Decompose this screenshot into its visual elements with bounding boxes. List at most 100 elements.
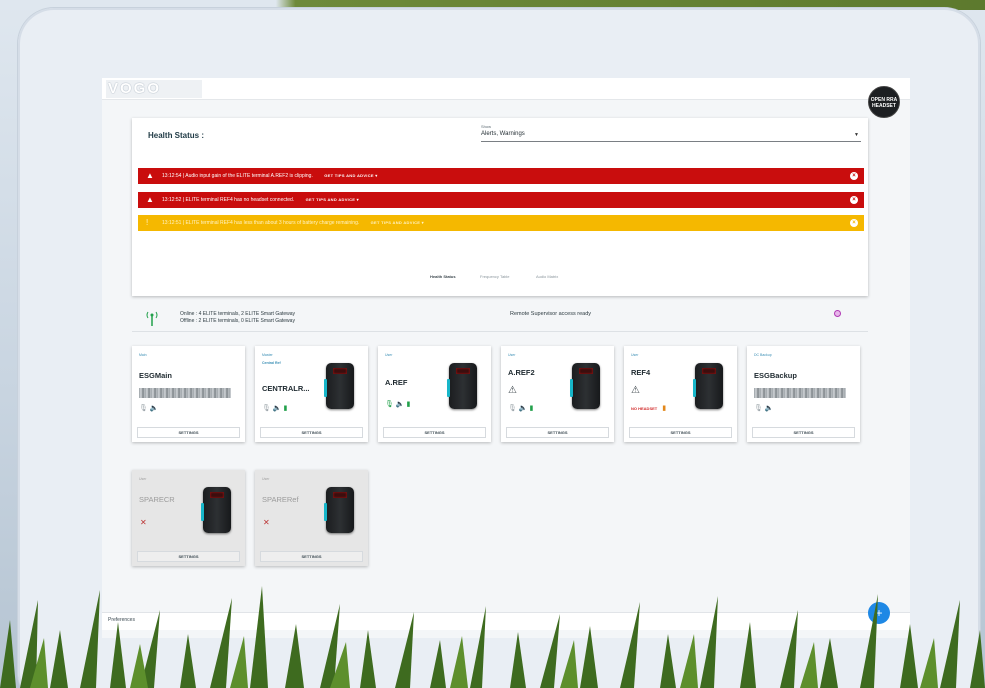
battery-icon: ▮ xyxy=(529,405,534,412)
device-status-icons: 🎙 🔈 ▮ xyxy=(508,404,533,412)
device-card-ref4[interactable]: User REF4 ⚠ NO HEADSET ▮ SETTINGS xyxy=(624,346,737,442)
settings-button[interactable]: SETTINGS xyxy=(383,427,486,438)
alert-text: 13:12:51 | ELITE terminal REF4 has less … xyxy=(162,220,360,226)
battery-icon: ▮ xyxy=(283,405,288,412)
device-card-spareref[interactable]: User SPARERef ✕ SETTINGS xyxy=(255,470,368,566)
antenna-icon xyxy=(146,310,158,326)
alert-row: ▲ 13:12:54 | Audio input gain of the ELI… xyxy=(138,168,864,184)
offline-count: Offline : 2 ELITE terminals, 0 ELITE Sma… xyxy=(180,318,295,324)
battery-icon: ▮ xyxy=(406,401,411,408)
alert-row: ! 13:12:51 | ELITE terminal REF4 has les… xyxy=(138,215,864,231)
warning-icon: ▲ xyxy=(146,171,154,180)
microphone-icon: 🎙 xyxy=(508,405,517,412)
device-name: SPARECR xyxy=(139,495,175,504)
settings-button[interactable]: SETTINGS xyxy=(137,427,240,438)
device-serial-redacted xyxy=(754,388,846,398)
get-tips-button[interactable]: GET TIPS AND ADVICE ▾ xyxy=(306,197,359,202)
microphone-icon: 🎙 xyxy=(262,405,271,412)
device-role: User xyxy=(508,353,516,357)
health-status-card: Health Status : Show Alerts, Warnings ▼ … xyxy=(132,118,868,296)
warning-icon: ▲ xyxy=(146,195,154,204)
info-icon: ! xyxy=(146,218,149,227)
close-icon[interactable]: × xyxy=(850,172,858,180)
device-card-centralref[interactable]: Master Central Ref CENTRALR... 🎙 🔈 ▮ SET… xyxy=(255,346,368,442)
show-filter-label: Show xyxy=(481,124,492,129)
device-card-aref[interactable]: User A.REF 🎙 🔈 ▮ SETTINGS xyxy=(378,346,491,442)
device-name: CENTRALR... xyxy=(262,384,310,393)
beltpack-image xyxy=(570,363,600,409)
warning-icon: ⚠ xyxy=(631,385,640,396)
device-role: User xyxy=(385,353,393,357)
beltpack-image xyxy=(324,487,354,533)
device-name: REF4 xyxy=(631,368,651,377)
device-role: User xyxy=(631,353,639,357)
speaker-icon: 🔈 xyxy=(518,405,528,412)
tab-health-status[interactable]: Health Status xyxy=(430,274,456,279)
microphone-icon: 🎙 xyxy=(139,405,148,412)
device-status-icons: NO HEADSET ▮ xyxy=(631,404,666,412)
settings-button[interactable]: SETTINGS xyxy=(752,427,855,438)
show-filter-select[interactable]: Show Alerts, Warnings ▼ xyxy=(481,124,861,142)
show-filter-value: Alerts, Warnings xyxy=(481,131,525,137)
device-status-icons: 🎙 🔈 ▮ xyxy=(385,400,410,408)
device-name: ESGBackup xyxy=(754,371,797,380)
settings-button[interactable]: SETTINGS xyxy=(629,427,732,438)
device-status-icons: 🎙 🔈 ▮ xyxy=(262,404,287,412)
battery-low-icon: ▮ xyxy=(662,405,667,412)
app-screen: VOGO Health Status : Show Alerts, Warnin… xyxy=(102,78,910,638)
device-role: Main xyxy=(139,353,147,357)
no-signal-icon: ✕ xyxy=(140,518,147,527)
settings-button[interactable]: SETTINGS xyxy=(137,551,240,562)
device-card-aref2[interactable]: User A.REF2 ⚠ 🎙 🔈 ▮ SETTINGS xyxy=(501,346,614,442)
chevron-down-icon: ▼ xyxy=(854,132,859,138)
speaker-icon: 🔈 xyxy=(395,401,405,408)
settings-button[interactable]: SETTINGS xyxy=(506,427,609,438)
network-status-strip: Online : 4 ELITE terminals, 2 ELITE Smar… xyxy=(132,306,868,332)
microphone-icon: 🎙 xyxy=(385,401,394,408)
close-icon[interactable]: × xyxy=(850,219,858,227)
device-subtitle: Central Ref xyxy=(262,361,281,365)
device-card-esgbackup[interactable]: DC Backup ESGBackup 🎙 🔈 SETTINGS xyxy=(747,346,860,442)
preferences-link[interactable]: Preferences xyxy=(108,617,135,623)
alert-text: 13:12:52 | ELITE terminal REF4 has no he… xyxy=(162,197,295,203)
add-fab-button[interactable]: + xyxy=(868,602,890,624)
device-role: DC Backup xyxy=(754,353,772,357)
beltpack-image xyxy=(447,363,477,409)
settings-button[interactable]: SETTINGS xyxy=(260,427,363,438)
device-role: User xyxy=(139,477,147,481)
online-count: Online : 4 ELITE terminals, 2 ELITE Smar… xyxy=(180,311,296,317)
open-headset-button[interactable]: OPEN RRA HEADSET xyxy=(868,86,900,118)
get-tips-button[interactable]: GET TIPS AND ADVICE ▾ xyxy=(324,173,377,178)
tab-frequency-table[interactable]: Frequency Table xyxy=(480,274,510,279)
beltpack-image xyxy=(693,363,723,409)
remote-status-indicator[interactable] xyxy=(834,310,841,317)
device-card-sparecr[interactable]: User SPARECR ✕ SETTINGS xyxy=(132,470,245,566)
device-name: A.REF xyxy=(385,378,408,387)
tab-audio-matrix[interactable]: Audio Matrix xyxy=(536,274,558,279)
device-role: Master xyxy=(262,353,273,357)
alert-text: 13:12:54 | Audio input gain of the ELITE… xyxy=(162,173,313,179)
device-name: ESGMain xyxy=(139,371,172,380)
health-tabs: Health Status Frequency Table Audio Matr… xyxy=(132,272,868,282)
footer-bar: Preferences xyxy=(102,612,910,630)
health-status-title: Health Status : xyxy=(148,131,205,140)
warning-icon: ⚠ xyxy=(508,385,517,396)
settings-button[interactable]: SETTINGS xyxy=(260,551,363,562)
app-bar: VOGO xyxy=(102,78,910,100)
device-card-esgmain[interactable]: Main ESGMain 🎙 🔈 SETTINGS xyxy=(132,346,245,442)
microphone-icon: 🎙 xyxy=(754,405,763,412)
get-tips-button[interactable]: GET TIPS AND ADVICE ▾ xyxy=(371,220,424,225)
device-name: A.REF2 xyxy=(508,368,535,377)
device-status-icons: 🎙 🔈 xyxy=(139,404,159,412)
speaker-icon: 🔈 xyxy=(149,405,159,412)
alert-row: ▲ 13:12:52 | ELITE terminal REF4 has no … xyxy=(138,192,864,208)
terminal-count-text: Online : 4 ELITE terminals, 2 ELITE Smar… xyxy=(180,311,295,325)
device-status-icons: 🎙 🔈 xyxy=(754,404,774,412)
device-role: User xyxy=(262,477,270,481)
vogo-logo: VOGO xyxy=(106,80,202,98)
close-icon[interactable]: × xyxy=(850,196,858,204)
no-headset-label: NO HEADSET xyxy=(631,406,658,411)
beltpack-image xyxy=(201,487,231,533)
no-signal-icon: ✕ xyxy=(263,518,270,527)
speaker-icon: 🔈 xyxy=(764,405,774,412)
